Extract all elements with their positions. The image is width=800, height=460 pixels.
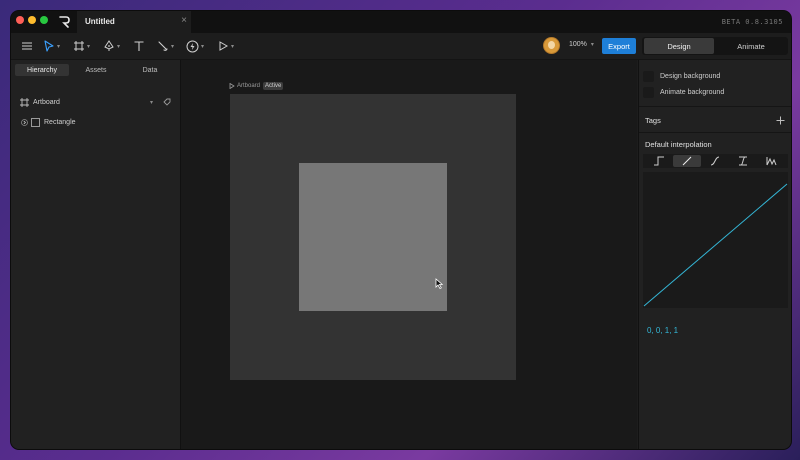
animate-background-label: Animate background: [660, 88, 725, 96]
status-badge: Active: [263, 82, 284, 90]
chevron-down-icon: ▾: [87, 43, 91, 50]
divider: [639, 132, 791, 133]
animate-background-row[interactable]: Animate background: [643, 86, 724, 98]
select-icon: [44, 40, 54, 52]
tree-item-label: Artboard: [33, 98, 60, 106]
brush-tool-button[interactable]: ▾: [157, 38, 174, 54]
canvas[interactable]: Artboard Active: [181, 60, 637, 449]
avatar[interactable]: [544, 38, 559, 53]
design-background-row[interactable]: Design background: [643, 70, 720, 82]
hold-curve-icon: [654, 156, 664, 166]
interpolation-elastic-button[interactable]: [729, 155, 757, 167]
minimize-window-button[interactable]: [28, 16, 36, 24]
design-background-label: Design background: [660, 72, 721, 80]
document-title: Untitled: [85, 17, 115, 26]
text-icon: [134, 41, 144, 51]
play-icon: [219, 41, 229, 51]
version-label: BETA 0.8.3105: [721, 18, 783, 26]
interpolation-title: Default interpolation: [645, 140, 712, 149]
app-logo-icon: [59, 16, 70, 28]
zoom-dropdown[interactable]: 100% ▾: [569, 41, 594, 48]
divider: [639, 106, 791, 107]
inspector-panel: Design background Animate background Tag…: [638, 60, 791, 449]
toolbar: ▾ ▾ ▾ ▾ ▾ ▾ 100% ▾ Export Design Animate: [11, 33, 791, 60]
title-bar: Untitled × BETA 0.8.3105: [11, 11, 791, 33]
left-panel-tabs: Hierarchy Assets Data: [15, 64, 177, 76]
tags-title: Tags: [645, 116, 661, 125]
custom-curve-icon: [766, 157, 777, 166]
chevron-down-icon: ▾: [171, 43, 175, 50]
artboard-icon: [20, 97, 29, 107]
tree-item-artboard[interactable]: Artboard ▾: [11, 95, 180, 109]
elastic-curve-icon: [739, 156, 747, 166]
close-tab-icon[interactable]: ×: [181, 16, 187, 26]
zoom-window-button[interactable]: [40, 16, 48, 24]
menu-button[interactable]: [21, 38, 33, 54]
frame-tool-button[interactable]: ▾: [73, 38, 90, 54]
interpolation-linear-button[interactable]: [673, 155, 701, 167]
select-tool-button[interactable]: ▾: [43, 38, 60, 54]
chevron-down-icon: ▾: [201, 43, 205, 50]
hierarchy-panel: Hierarchy Assets Data Artboard ▾ Rectang…: [11, 60, 181, 449]
chevron-down-icon: ▾: [117, 43, 121, 50]
tree-item-rectangle[interactable]: Rectangle: [11, 115, 180, 129]
close-window-button[interactable]: [16, 16, 24, 24]
chevron-down-icon: ▾: [231, 43, 235, 50]
chevron-down-icon[interactable]: ▾: [150, 99, 153, 106]
tab-data[interactable]: Data: [123, 64, 177, 76]
artboard-name: Artboard: [237, 83, 261, 89]
expand-icon[interactable]: [21, 118, 28, 126]
chevron-down-icon: ▾: [57, 43, 61, 50]
brush-icon: [158, 41, 168, 51]
interpolation-cubic-button[interactable]: [701, 155, 729, 167]
tab-assets[interactable]: Assets: [69, 64, 123, 76]
animate-background-swatch[interactable]: [643, 86, 654, 98]
menu-icon: [22, 42, 32, 50]
tab-hierarchy[interactable]: Hierarchy: [15, 64, 69, 76]
artboard[interactable]: [230, 94, 516, 380]
rectangle-shape[interactable]: [299, 163, 447, 311]
mode-switch: Design Animate: [642, 37, 788, 55]
curve-line-graphic: [643, 183, 788, 307]
linear-curve-icon: [682, 156, 692, 166]
frame-icon: [74, 41, 84, 51]
document-tab[interactable]: Untitled ×: [77, 11, 191, 33]
play-icon: [229, 83, 235, 89]
design-background-swatch[interactable]: [643, 70, 654, 82]
cubic-curve-icon: [710, 156, 720, 166]
text-tool-button[interactable]: [133, 38, 145, 54]
tag-icon[interactable]: [163, 98, 171, 106]
export-button[interactable]: Export: [602, 38, 636, 54]
rectangle-icon: [31, 117, 40, 127]
artboard-label[interactable]: Artboard Active: [229, 82, 284, 90]
zoom-level: 100%: [569, 41, 587, 48]
tree-item-label: Rectangle: [44, 118, 76, 126]
bolt-icon: [186, 40, 199, 52]
preview-button[interactable]: ▾: [217, 38, 234, 54]
interpolation-custom-button[interactable]: [757, 155, 785, 167]
add-tag-icon[interactable]: [776, 116, 785, 125]
app-window: Untitled × BETA 0.8.3105 ▾ ▾ ▾ ▾ ▾ ▾ 100…: [11, 11, 791, 449]
pen-tool-button[interactable]: ▾: [103, 38, 120, 54]
design-mode-tab[interactable]: Design: [644, 38, 714, 54]
cursor-icon: [435, 278, 444, 289]
interpolation-curve-graph[interactable]: [643, 172, 788, 308]
interpolation-hold-button[interactable]: [645, 155, 673, 167]
chevron-down-icon: ▾: [590, 42, 594, 48]
pen-icon: [104, 40, 114, 51]
events-tool-button[interactable]: ▾: [186, 38, 204, 54]
curve-values[interactable]: 0, 0, 1, 1: [647, 326, 678, 335]
interpolation-type-selector: [643, 154, 788, 168]
animate-mode-tab[interactable]: Animate: [716, 38, 786, 54]
